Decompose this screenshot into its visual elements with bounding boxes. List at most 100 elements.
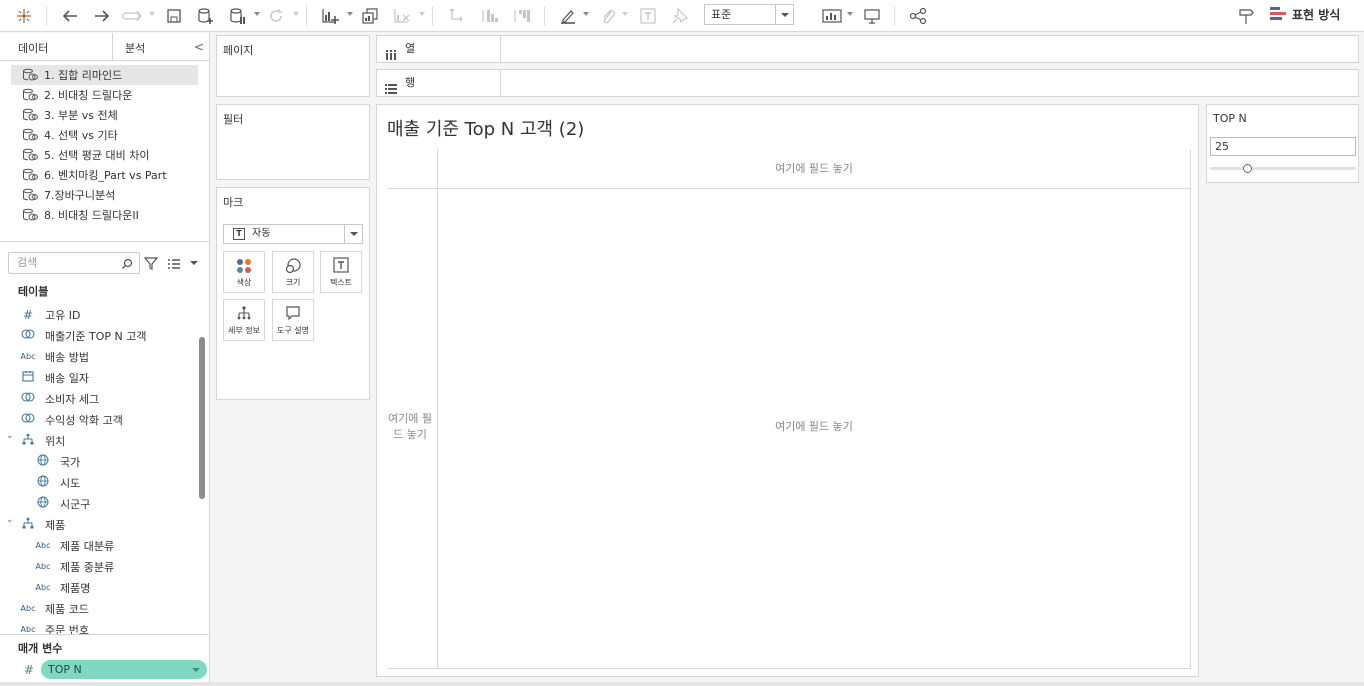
field-item[interactable]: Abc 제품 중분류 <box>0 556 195 577</box>
save-icon[interactable] <box>162 3 186 29</box>
datasource-item[interactable]: 5. 선택 평균 대비 차이 <box>0 145 210 165</box>
redo-icon[interactable] <box>90 3 114 29</box>
pause-updates-icon[interactable] <box>226 3 250 29</box>
field-item[interactable]: 시도 <box>0 472 195 493</box>
swap-axes-icon[interactable] <box>445 3 469 29</box>
field-item[interactable]: 배송 일자 <box>0 367 195 388</box>
filters-card[interactable]: 필터 <box>216 104 370 180</box>
new-worksheet-icon[interactable] <box>318 3 342 29</box>
tab-analytics[interactable]: 분석 <box>125 40 145 56</box>
detail-button[interactable]: 세부 정보 <box>223 299 265 341</box>
filter-icon[interactable] <box>143 255 159 274</box>
expand-chevron-icon[interactable]: ⌄ <box>6 515 14 525</box>
field-item[interactable]: 매출기준 TOP N 고객 <box>0 325 195 346</box>
new-worksheet-caret-icon[interactable] <box>347 12 353 16</box>
field-item[interactable]: ⌄ 제품 <box>0 514 195 535</box>
view-toggle-icon[interactable] <box>167 255 181 274</box>
param-slider-track[interactable] <box>1210 167 1356 170</box>
data-pane: 데이터 분석 < 1. 집합 리마인드 2. 비대칭 드릴다운 3. 부분 vs 전… <box>0 33 210 686</box>
refresh-caret-icon[interactable] <box>293 12 299 16</box>
field-item[interactable]: Abc 주문 번호 <box>0 619 195 635</box>
field-label: 제품 중분류 <box>60 560 115 574</box>
refresh-icon[interactable] <box>264 3 288 29</box>
datasource-item[interactable]: 7.장바구니분석 <box>0 185 210 205</box>
collapse-pane-icon[interactable]: < <box>194 40 204 54</box>
param-pill-caret-icon[interactable] <box>192 668 200 672</box>
pause-caret-icon[interactable] <box>254 12 260 16</box>
param-control-top-n: TOP N 25 <box>1206 104 1359 183</box>
highlight-icon[interactable] <box>556 3 580 29</box>
field-label: 고유 ID <box>45 308 81 322</box>
show-mark-labels-icon[interactable] <box>636 3 660 29</box>
dashboard-signpost-icon[interactable] <box>1234 3 1258 29</box>
clear-sheet-icon[interactable] <box>390 3 414 29</box>
set-icon <box>17 328 39 343</box>
presentation-mode-icon[interactable] <box>860 3 884 29</box>
fit-select-caret-icon[interactable] <box>775 5 793 24</box>
field-item[interactable]: Abc 제품 대분류 <box>0 535 195 556</box>
field-scrollbar[interactable] <box>199 337 205 499</box>
tooltip-icon <box>273 305 313 325</box>
datasource-item[interactable]: 2. 비대칭 드릴다운 <box>0 85 210 105</box>
share-icon[interactable] <box>906 3 930 29</box>
rows-icon <box>385 78 397 104</box>
datasource-item[interactable]: 4. 선택 vs 기타 <box>0 125 210 145</box>
tableau-logo-icon[interactable] <box>12 3 36 29</box>
clear-sheet-caret-icon[interactable] <box>419 12 425 16</box>
show-me-button[interactable]: 표현 방식 <box>1270 6 1340 23</box>
param-pill-top-n[interactable]: TOP N <box>41 660 207 679</box>
tab-data[interactable]: 데이터 <box>18 40 48 56</box>
tooltip-button[interactable]: 도구 설명 <box>272 299 314 341</box>
field-item[interactable]: Abc 배송 방법 <box>0 346 195 367</box>
field-item[interactable]: ⌄ 위치 <box>0 430 195 451</box>
param-value-input[interactable]: 25 <box>1210 137 1356 156</box>
group-caret-icon[interactable] <box>622 12 628 16</box>
field-label: 제품 <box>45 518 66 532</box>
columns-shelf[interactable]: 열 <box>376 35 1359 63</box>
mark-type-select[interactable]: T 자동 <box>223 224 363 244</box>
string-icon: Abc <box>20 624 36 634</box>
pages-card[interactable]: 페이지 <box>216 35 370 97</box>
group-members-icon[interactable] <box>596 3 620 29</box>
datasource-item[interactable]: 3. 부분 vs 전체 <box>0 105 210 125</box>
datasource-item[interactable]: 6. 벤치마킹_Part vs Part <box>0 165 210 185</box>
show-cards-icon[interactable] <box>820 3 844 29</box>
size-button[interactable]: 크기 <box>272 251 314 293</box>
field-item[interactable]: 국가 <box>0 451 195 472</box>
hierarchy-icon <box>17 433 39 448</box>
undo-icon[interactable] <box>58 3 82 29</box>
pin-axes-icon[interactable] <box>668 3 692 29</box>
mark-type-caret-icon[interactable] <box>344 225 362 243</box>
drop-field-columns[interactable]: 여기에 필드 놓기 <box>437 149 1191 189</box>
replay-icon[interactable] <box>120 3 146 29</box>
drop-field-body[interactable]: 여기에 필드 놓기 <box>437 189 1191 669</box>
duplicate-sheet-icon[interactable] <box>358 3 382 29</box>
field-item[interactable]: Abc 제품 코드 <box>0 598 195 619</box>
field-item[interactable]: 수익성 악화 고객 <box>0 409 195 430</box>
label-button[interactable]: 텍스트 <box>320 251 362 293</box>
show-cards-caret-icon[interactable] <box>847 12 853 16</box>
datasource-icon <box>22 68 38 82</box>
datasource-item[interactable]: 8. 비대칭 드릴다운II <box>0 205 210 225</box>
datasource-item[interactable]: 1. 집합 리마인드 <box>11 65 198 85</box>
worksheet-title[interactable]: 매출 기준 Top N 고객 (2) <box>387 115 584 141</box>
fit-select[interactable]: 표준 <box>704 4 794 25</box>
field-label: 제품 코드 <box>45 602 89 616</box>
field-label: 매출기준 TOP N 고객 <box>45 329 147 343</box>
sort-descending-icon[interactable] <box>510 3 534 29</box>
field-item[interactable]: 소비자 세그 <box>0 388 195 409</box>
drop-field-rows[interactable]: 여기에 필드 놓기 <box>383 411 437 443</box>
replay-caret-icon[interactable] <box>149 12 155 16</box>
field-item[interactable]: # 고유 ID <box>0 304 195 325</box>
color-button[interactable]: 색상 <box>223 251 265 293</box>
search-input[interactable]: 검색 <box>8 252 140 274</box>
view-caret-icon[interactable] <box>190 261 198 265</box>
param-slider-handle[interactable] <box>1242 164 1252 173</box>
field-item[interactable]: Abc 제품명 <box>0 577 195 598</box>
sort-ascending-icon[interactable] <box>478 3 502 29</box>
rows-shelf[interactable]: 행 <box>376 69 1359 97</box>
new-datasource-icon[interactable] <box>194 3 218 29</box>
field-item[interactable]: 시군구 <box>0 493 195 514</box>
highlight-caret-icon[interactable] <box>583 12 589 16</box>
expand-chevron-icon[interactable]: ⌄ <box>6 431 14 441</box>
